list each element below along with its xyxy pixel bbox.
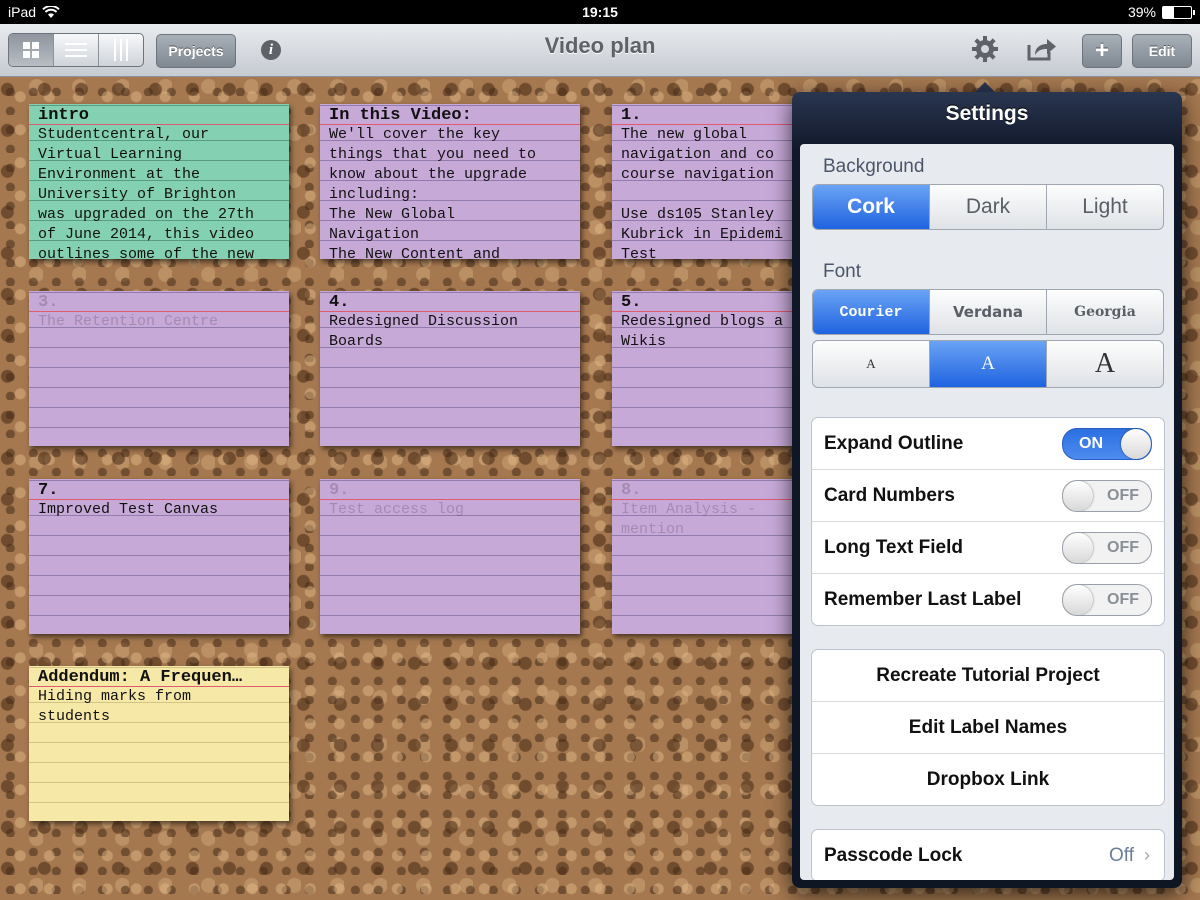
- setting-label: Expand Outline: [824, 432, 964, 454]
- settings-panel: Background Cork Dark Light Font Courier …: [800, 144, 1174, 880]
- font-size-medium[interactable]: A: [930, 341, 1047, 387]
- recreate-tutorial-button[interactable]: Recreate Tutorial Project: [812, 650, 1164, 702]
- index-card[interactable]: Addendum: A Frequen… Hiding marks from s…: [29, 666, 289, 821]
- index-card[interactable]: In this Video: We'll cover the key thing…: [320, 104, 580, 259]
- card-title: intro: [29, 104, 289, 125]
- passcode-lock-row[interactable]: Passcode Lock Off ›: [812, 830, 1164, 880]
- action-label: Recreate Tutorial Project: [876, 664, 1100, 686]
- font-size-selector: A A A: [812, 340, 1164, 388]
- setting-row-remember-last-label: Remember Last Label OFF: [812, 574, 1164, 625]
- toggle-group: Expand Outline ON Card Numbers OFF Long …: [811, 417, 1165, 626]
- long-text-field-toggle[interactable]: OFF: [1062, 532, 1152, 564]
- passcode-label: Passcode Lock: [824, 844, 963, 866]
- card-numbers-toggle[interactable]: OFF: [1062, 480, 1152, 512]
- card-title: 3.: [29, 291, 289, 312]
- chevron-right-icon: ›: [1144, 845, 1150, 865]
- card-body: Hiding marks from students: [38, 688, 192, 725]
- status-bar: iPad 19:15 39%: [0, 0, 1200, 24]
- edit-button[interactable]: Edit: [1132, 34, 1192, 68]
- font-option-courier[interactable]: Courier: [813, 290, 930, 334]
- card-title: 7.: [29, 479, 289, 500]
- card-title: 9.: [320, 479, 580, 500]
- index-card[interactable]: 7. Improved Test Canvas: [29, 479, 289, 634]
- index-card[interactable]: 9. Test access log: [320, 479, 580, 634]
- card-body: Improved Test Canvas: [38, 501, 219, 518]
- add-card-button[interactable]: +: [1082, 34, 1122, 68]
- card-body: Test access log: [329, 501, 465, 518]
- share-icon[interactable]: [1027, 37, 1057, 61]
- passcode-value: Off: [1109, 844, 1134, 866]
- remember-last-label-toggle[interactable]: OFF: [1062, 584, 1152, 616]
- toggle-state: OFF: [1107, 539, 1139, 556]
- background-label: Background: [823, 156, 925, 177]
- settings-popover: Settings Background Cork Dark Light Font…: [792, 92, 1182, 888]
- background-selector: Cork Dark Light: [812, 184, 1164, 230]
- gear-icon[interactable]: [971, 35, 999, 63]
- card-body: Redesigned Discussion Boards: [329, 313, 519, 350]
- index-card[interactable]: 4. Redesigned Discussion Boards: [320, 291, 580, 446]
- card-body: Studentcentral, our Virtual Learning Env…: [38, 126, 255, 259]
- expand-outline-toggle[interactable]: ON: [1062, 428, 1152, 460]
- clock: 19:15: [582, 4, 618, 20]
- setting-row-expand-outline: Expand Outline ON: [812, 418, 1164, 470]
- card-title: 4.: [320, 291, 580, 312]
- edit-label-names-button[interactable]: Edit Label Names: [812, 702, 1164, 754]
- background-option-light[interactable]: Light: [1047, 185, 1163, 229]
- setting-label: Card Numbers: [824, 484, 955, 506]
- toggle-state: OFF: [1107, 591, 1139, 608]
- page-title: Video plan: [544, 33, 656, 58]
- background-option-cork[interactable]: Cork: [813, 185, 930, 229]
- toggle-state: OFF: [1107, 487, 1139, 504]
- font-label: Font: [823, 261, 862, 282]
- font-selector: Courier Verdana Georgia: [812, 289, 1164, 335]
- action-group: Recreate Tutorial Project Edit Label Nam…: [811, 649, 1165, 806]
- font-size-large[interactable]: A: [1047, 341, 1163, 387]
- setting-row-long-text-field: Long Text Field OFF: [812, 522, 1164, 574]
- background-option-dark[interactable]: Dark: [930, 185, 1047, 229]
- font-option-verdana[interactable]: Verdana: [930, 290, 1047, 334]
- card-body: The Retention Centre: [38, 313, 219, 330]
- card-title: Addendum: A Frequen…: [29, 666, 289, 687]
- dropbox-link-button[interactable]: Dropbox Link: [812, 754, 1164, 805]
- index-card[interactable]: intro Studentcentral, our Virtual Learni…: [29, 104, 289, 259]
- font-option-georgia[interactable]: Georgia: [1047, 290, 1163, 334]
- setting-label: Long Text Field: [824, 536, 963, 558]
- font-size-small[interactable]: A: [813, 341, 930, 387]
- battery-icon: [1162, 5, 1195, 19]
- battery-percent: 39%: [1127, 4, 1156, 20]
- action-label: Edit Label Names: [908, 716, 1068, 738]
- settings-title: Settings: [945, 102, 1029, 125]
- passcode-group: Passcode Lock Off ›: [811, 829, 1165, 880]
- setting-row-card-numbers: Card Numbers OFF: [812, 470, 1164, 522]
- setting-label: Remember Last Label: [824, 588, 1022, 610]
- toolbar: Projects i Video plan + Edit: [0, 24, 1200, 77]
- toggle-state: ON: [1079, 435, 1103, 452]
- card-title: In this Video:: [320, 104, 580, 125]
- card-body: We'll cover the key things that you need…: [329, 126, 537, 259]
- action-label: Dropbox Link: [926, 768, 1050, 790]
- index-card[interactable]: 3. The Retention Centre: [29, 291, 289, 446]
